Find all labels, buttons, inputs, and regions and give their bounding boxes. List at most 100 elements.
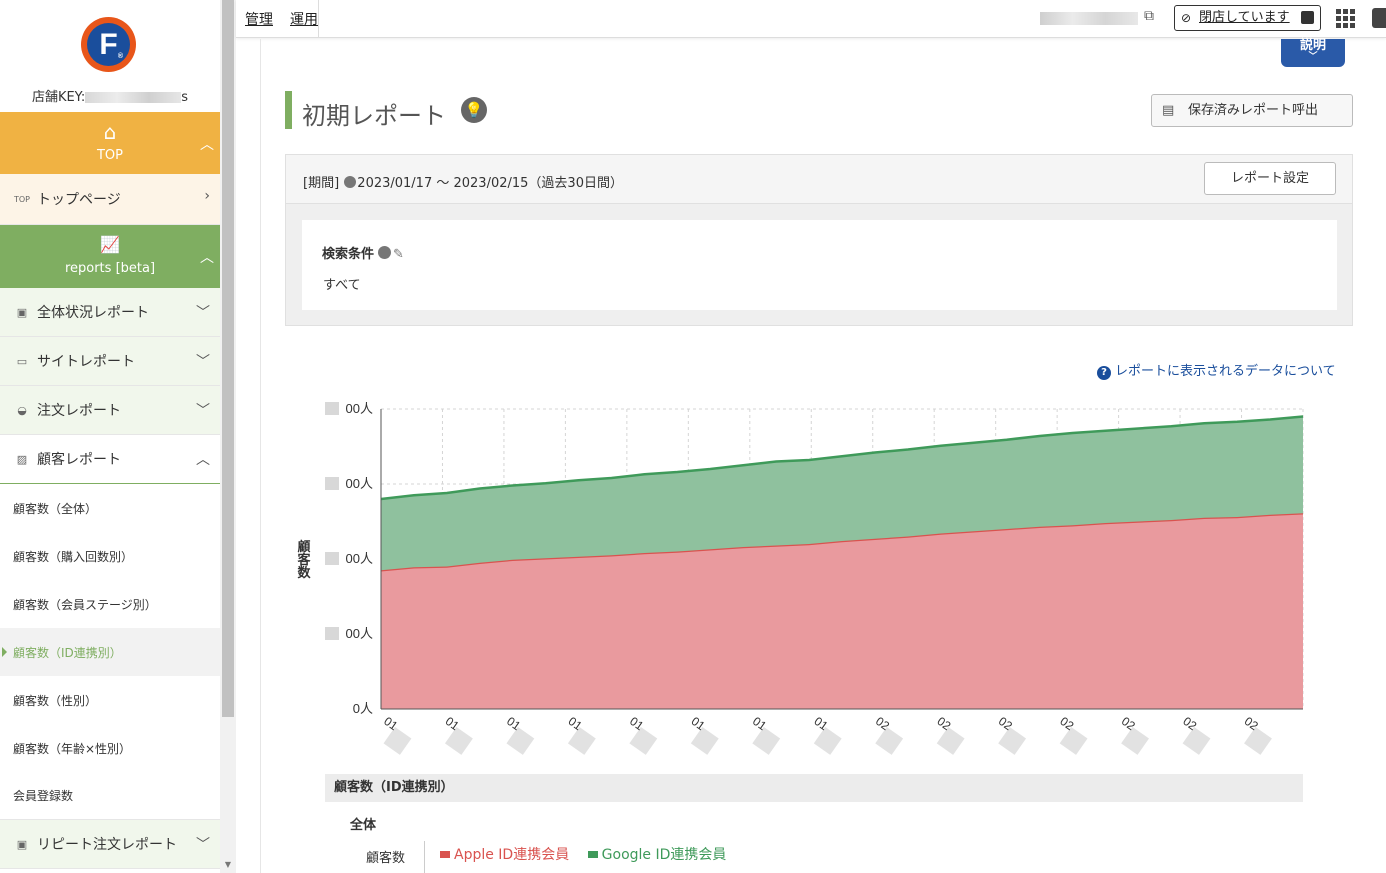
sidebar-subitem-customers-by-gender[interactable]: 顧客数（性別）	[0, 676, 220, 724]
apps-grid-icon[interactable]	[1336, 9, 1356, 28]
sidebar-item-label: トップページ	[37, 192, 121, 208]
scroll-down-arrow-icon[interactable]: ▼	[222, 860, 234, 873]
title-accent-bar	[285, 91, 292, 129]
sidebar-item-order-report[interactable]: ◒ 注文レポート ﹀	[0, 386, 220, 435]
x-tick-redacted	[875, 727, 904, 755]
x-tick-redacted	[506, 727, 535, 755]
y-tick-label: 00人	[346, 401, 373, 416]
customer-count-label: 顧客数	[366, 851, 406, 866]
x-tick-redacted	[1182, 727, 1211, 755]
sidebar-item-top-page[interactable]: TOP トップページ ›	[0, 174, 220, 225]
report-conditions-panel: [期間] 2023/01/17 ～ 2023/02/15（過去30日間） レポー…	[285, 154, 1353, 326]
x-tick-redacted	[690, 727, 719, 755]
site-url-redacted[interactable]	[1040, 12, 1138, 25]
store-key-redacted	[85, 92, 182, 103]
sidebar-item-label: 全体状況レポート	[37, 305, 149, 321]
toggle-icon	[1301, 11, 1314, 24]
lightbulb-icon[interactable]: 💡	[461, 97, 487, 123]
sidebar-subitem-customers-by-stage[interactable]: 顧客数（会員ステージ別）	[0, 580, 220, 628]
x-tick-redacted	[629, 727, 658, 755]
y-tick-label: 00人	[346, 551, 373, 566]
y-tick-redacted	[325, 552, 339, 565]
sidebar-subitem-member-registrations[interactable]: 会員登録数	[0, 772, 220, 820]
sidebar-subitem-customers-by-purchases[interactable]: 顧客数（購入回数別）	[0, 532, 220, 580]
sidebar-section-top-label: TOP	[96, 148, 123, 163]
sidebar-subitem-label: 顧客数（性別）	[13, 693, 98, 708]
chevron-right-icon: ›	[204, 188, 210, 204]
x-tick-redacted	[444, 727, 473, 755]
sidebar-subitem-customers-by-id-link[interactable]: 顧客数（ID連携別）	[0, 628, 220, 676]
area-chart: 0人00人00人00人00人01 01 01 01 01 01 01 01 02 02 02 02 02…	[296, 401, 1304, 755]
x-tick-redacted	[936, 726, 965, 755]
chart-legend: Apple ID連携会員 Google ID連携会員	[440, 844, 726, 864]
sidebar: F ® 店舗KEY: s ⌂ TOP ︿ TOP トップページ › 📈 report…	[0, 0, 220, 873]
sidebar-subitem-label: 会員登録数	[13, 789, 74, 803]
pin-icon	[344, 176, 357, 188]
sidebar-item-overall-report[interactable]: ▣ 全体状況レポート ﹀	[0, 288, 220, 337]
sidebar-item-site-report[interactable]: ▭ サイトレポート ﹀	[0, 337, 220, 386]
chevron-down-icon: ﹀	[196, 403, 210, 419]
image-icon: ▨	[16, 452, 28, 466]
topbar: 管理 運用 ⧉ ⊘ 閉店しています	[236, 0, 1386, 38]
chevron-up-icon: ︿	[196, 452, 210, 468]
legend-item-apple[interactable]: Apple ID連携会員	[440, 847, 569, 863]
question-icon: ?	[1097, 366, 1111, 380]
load-saved-report-button[interactable]: ▤ 保存済みレポート呼出	[1151, 94, 1353, 127]
operate-link[interactable]: 運用	[290, 9, 318, 29]
table-header: 顧客数（ID連携別）	[325, 774, 1303, 802]
x-tick-redacted	[1121, 727, 1149, 755]
clipboard-icon: ▤	[1162, 103, 1175, 118]
y-tick-label: 00人	[346, 626, 373, 641]
external-link-icon[interactable]: ⧉	[1144, 8, 1154, 24]
sidebar-item-customer-report[interactable]: ▨ 顧客レポート ︿	[0, 435, 220, 484]
logo[interactable]: F ®	[81, 17, 136, 72]
x-tick-redacted	[998, 726, 1027, 755]
chart-icon: 📈	[100, 235, 120, 254]
page-title: 初期レポート	[302, 102, 446, 130]
sidebar-subitem-label: 顧客数（全体）	[13, 501, 98, 516]
user-icon[interactable]	[1372, 8, 1386, 28]
sidebar-subitem-customers-total[interactable]: 顧客数（全体）	[0, 484, 220, 532]
data-info-link[interactable]: ? レポートに表示されるデータについて	[1097, 360, 1336, 380]
y-tick-redacted	[325, 702, 339, 715]
sidebar-subitem-label: 顧客数（購入回数別）	[13, 549, 134, 564]
chevron-down-icon: ﹀	[196, 837, 210, 853]
chevron-down-icon: ﹀	[1308, 52, 1318, 62]
clipboard-icon: ▣	[16, 837, 28, 851]
total-label: 全体	[350, 818, 377, 833]
topbar-divider	[318, 0, 319, 38]
sidebar-section-reports-label: reports [beta]	[64, 261, 156, 276]
sidebar-item-label: リピート注文レポート	[37, 837, 177, 853]
pin-icon	[378, 246, 392, 259]
x-tick-redacted	[1059, 727, 1088, 755]
period-text: [期間] 2023/01/17 ～ 2023/02/15（過去30日間）	[303, 172, 623, 191]
manage-link[interactable]: 管理	[245, 9, 273, 29]
search-conditions-value: すべて	[323, 278, 361, 293]
chevron-down-icon: ﹀	[196, 354, 210, 370]
period-label: [期間]	[303, 176, 340, 191]
legend-item-google[interactable]: Google ID連携会員	[587, 847, 727, 863]
period-header: [期間] 2023/01/17 ～ 2023/02/15（過去30日間） レポー…	[286, 155, 1352, 204]
pencil-icon[interactable]: ✎	[393, 247, 404, 262]
sidebar-subitem-customers-by-age-gender[interactable]: 顧客数（年齢×性別）	[0, 724, 220, 772]
store-closed-button[interactable]: ⊘ 閉店しています	[1174, 5, 1321, 31]
basket-icon: ◒	[17, 403, 27, 417]
chevron-up-icon: ︿	[200, 250, 214, 266]
y-axis-label: 顧客数	[296, 539, 311, 580]
search-conditions-card: 検索条件 ✎ すべて	[302, 220, 1337, 310]
data-info-link-label: レポートに表示されるデータについて	[1115, 364, 1336, 379]
load-saved-report-label: 保存済みレポート呼出	[1188, 103, 1319, 118]
y-tick-redacted	[325, 627, 339, 640]
legend-label: Google ID連携会員	[601, 847, 727, 863]
help-badge[interactable]: 説明 ﹀	[1281, 39, 1345, 67]
report-settings-button[interactable]: レポート設定	[1204, 162, 1336, 195]
main-content: 説明 ﹀ 初期レポート 💡 ▤ 保存済みレポート呼出 [期間] 2023/01/…	[260, 39, 1386, 873]
x-tick-redacted	[1244, 727, 1272, 755]
y-tick-redacted	[325, 402, 339, 415]
sidebar-section-top[interactable]: ⌂ TOP ︿	[0, 112, 220, 174]
sidebar-scrollbar-thumb[interactable]	[222, 0, 234, 717]
sidebar-section-reports[interactable]: 📈 reports [beta] ︿	[0, 225, 220, 288]
sidebar-item-repeat-order-report[interactable]: ▣ リピート注文レポート ﹀	[0, 820, 220, 869]
sidebar-item-label: サイトレポート	[37, 354, 135, 370]
x-tick-redacted	[813, 727, 842, 755]
